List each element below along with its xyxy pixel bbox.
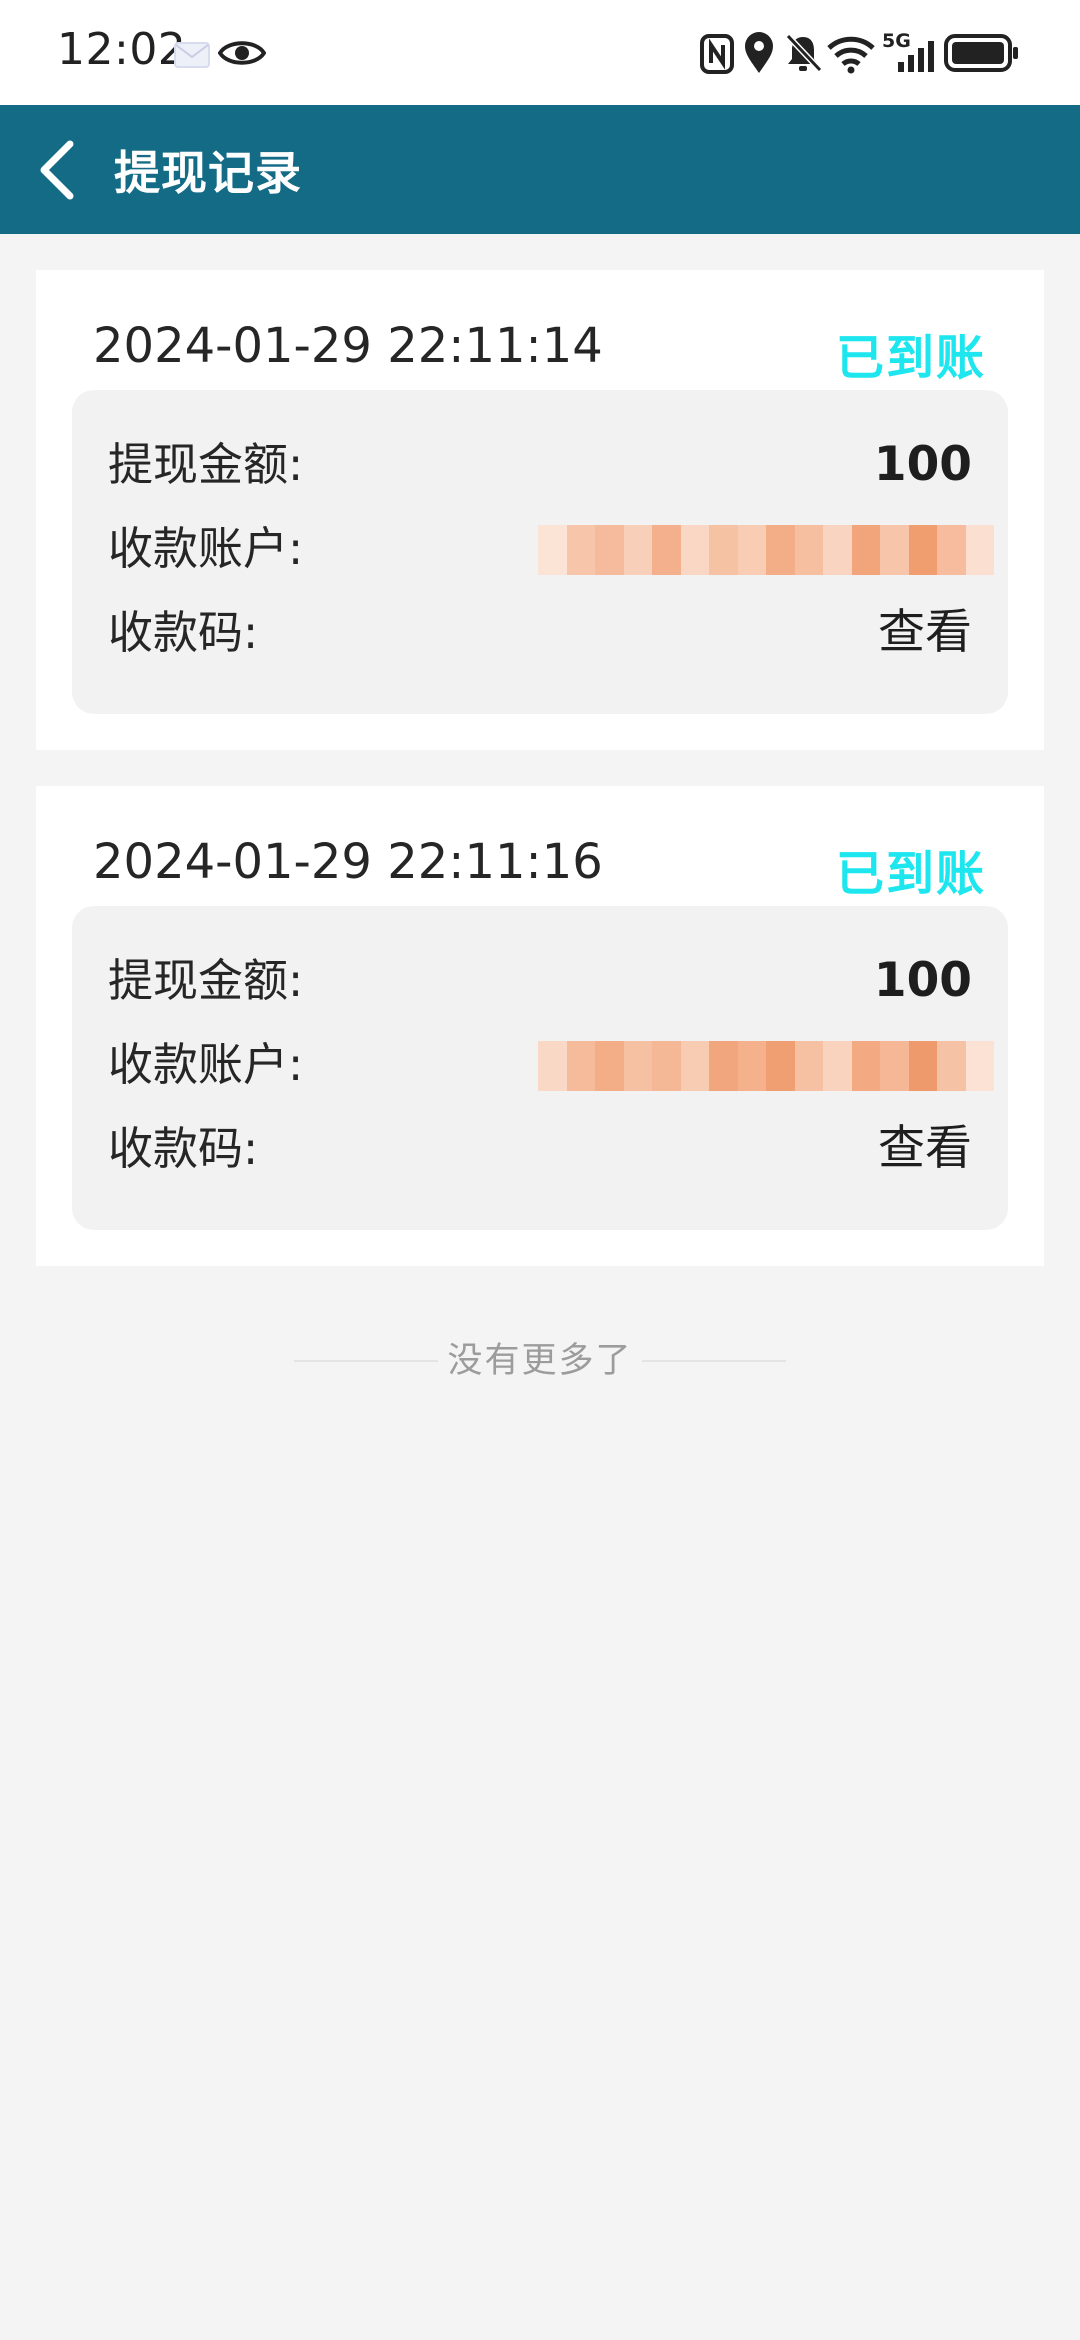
amount-row: 提现金额: 100 [108,435,972,495]
divider-left [294,1360,438,1362]
code-label: 收款码: [108,1122,259,1175]
code-row: 收款码: 查看 [108,603,972,663]
status-bar: 12:02 5G [0,0,1080,105]
account-label: 收款账户: [108,522,304,575]
masked-account-value [538,525,994,575]
withdrawal-record-card: 2024-01-29 22:11:14 已到账 提现金额: 100 收款账户: … [36,270,1044,750]
view-code-link[interactable]: 查看 [878,1119,972,1179]
code-row: 收款码: 查看 [108,1119,972,1179]
withdrawal-record-card: 2024-01-29 22:11:16 已到账 提现金额: 100 收款账户: … [36,786,1044,1266]
location-icon [745,32,773,73]
amount-value: 100 [873,437,972,492]
amount-value: 100 [873,953,972,1008]
end-of-list-text: 没有更多了 [441,1332,639,1383]
masked-account-value [538,1041,994,1091]
back-arrow-icon [40,140,74,200]
record-date: 2024-01-29 22:11:14 [93,318,603,374]
battery-icon [944,34,1018,72]
record-date: 2024-01-29 22:11:16 [93,834,603,890]
signal-icon [898,41,934,72]
record-details: 提现金额: 100 收款账户: 收款码: 查看 [72,906,1008,1230]
account-label: 收款账户: [108,1038,304,1091]
eye-icon [218,41,266,65]
bell-off-icon [785,33,822,73]
account-row: 收款账户: [108,519,994,579]
view-code-link[interactable]: 查看 [878,603,972,663]
account-row: 收款账户: [108,1035,994,1095]
record-status: 已到账 [835,330,986,386]
nav-bar: 提现记录 [0,105,1080,234]
record-details: 提现金额: 100 收款账户: 收款码: 查看 [72,390,1008,714]
nfc-icon [700,34,734,74]
amount-label: 提现金额: [108,438,304,491]
divider-right [642,1360,786,1362]
code-label: 收款码: [108,606,259,659]
wifi-icon [827,36,875,74]
record-status: 已到账 [835,846,986,902]
status-time: 12:02 [57,24,187,75]
end-of-list-hint: 没有更多了 [0,1332,1080,1383]
amount-label: 提现金额: [108,954,304,1007]
back-button[interactable] [30,130,110,210]
page-title: 提现记录 [114,146,302,200]
amount-row: 提现金额: 100 [108,951,972,1011]
mail-icon [174,42,210,68]
